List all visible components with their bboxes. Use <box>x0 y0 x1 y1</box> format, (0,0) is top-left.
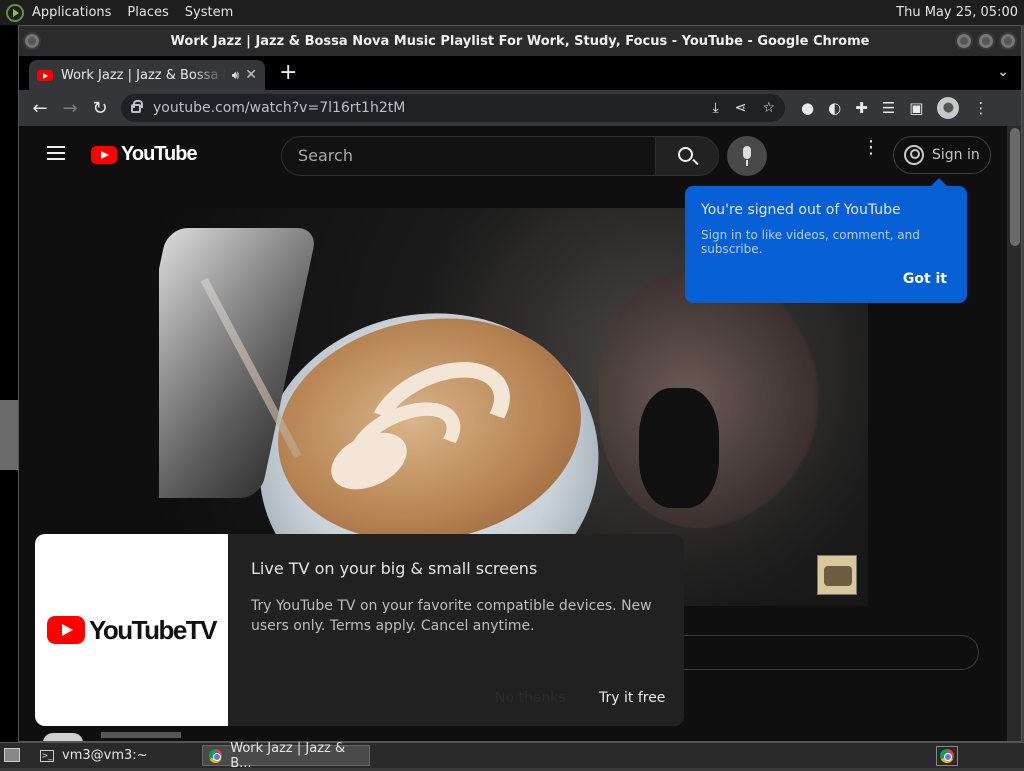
install-app-icon[interactable]: ⤓ <box>713 100 719 116</box>
tooltip-body: Sign in to like videos, comment, and sub… <box>701 228 920 256</box>
sign-in-label: Sign in <box>932 147 980 163</box>
forward-button[interactable]: → <box>55 98 85 119</box>
try-it-free-button[interactable]: Try it free <box>599 690 665 706</box>
tooltip-title: You're signed out of YouTube <box>701 202 901 218</box>
youtube-favicon-icon <box>37 69 53 81</box>
sign-in-button[interactable]: Sign in <box>893 136 991 174</box>
show-desktop-icon[interactable] <box>4 748 20 762</box>
taskbar-chrome-label: Work Jazz | Jazz & B... <box>230 740 346 771</box>
got-it-button[interactable]: Got it <box>903 271 947 287</box>
search-icon <box>678 147 693 162</box>
scrollbar-thumb[interactable] <box>1010 128 1020 246</box>
promo-title: Live TV on your big & small screens <box>251 559 538 578</box>
comment-input-outline[interactable] <box>679 635 979 670</box>
microphone-icon <box>743 146 751 159</box>
minimize-button[interactable] <box>955 32 973 50</box>
promo-description: Try YouTube TV on your favorite compatib… <box>251 598 652 634</box>
bookmark-star-icon[interactable]: ☆ <box>762 100 775 116</box>
gnome-foot-icon[interactable] <box>6 3 24 22</box>
tray-chrome[interactable] <box>936 746 958 766</box>
close-window-button[interactable] <box>999 32 1017 50</box>
tab-close-icon[interactable]: ✕ <box>245 67 257 83</box>
youtube-tv-logo: YouTubeTV <box>35 534 228 726</box>
youtube-logo-text: YouTube <box>121 143 198 165</box>
taskbar-chrome[interactable]: Work Jazz | Jazz & B... <box>202 741 370 771</box>
search-button[interactable] <box>655 136 719 176</box>
taskbar-terminal[interactable]: >_ vm3@vm3:~ <box>32 745 156 766</box>
extension-mouse-icon[interactable]: ● <box>801 99 814 117</box>
browser-toolbar: ← → ↻ youtube.com/watch?v=7l16rt1h2tM ⤓ … <box>19 90 1021 126</box>
hamburger-menu-icon[interactable] <box>47 146 65 164</box>
window-menu-button[interactable] <box>23 32 41 50</box>
youtube-play-icon <box>91 145 117 164</box>
taskbar-terminal-label: vm3@vm3:~ <box>62 748 148 763</box>
share-icon[interactable]: ⋖ <box>735 100 747 116</box>
menu-system[interactable]: System <box>185 5 233 20</box>
extension-globe-icon[interactable]: ◐ <box>828 99 841 117</box>
reload-button[interactable]: ↻ <box>85 98 115 119</box>
background-window-edge <box>0 400 18 470</box>
youtube-logo[interactable]: YouTube <box>91 143 198 166</box>
channel-name[interactable] <box>101 732 181 738</box>
page-scrollbar[interactable] <box>1007 126 1021 741</box>
new-tab-button[interactable]: + <box>279 62 297 84</box>
lock-icon[interactable] <box>131 99 143 113</box>
media-controls-icon[interactable]: ☰ <box>882 99 895 117</box>
chrome-window: Work Jazz | Jazz & Bossa Nova Music Play… <box>18 25 1022 742</box>
top-panel: Applications Places System Thu May 25, 0… <box>0 0 1024 25</box>
bottom-taskbar: >_ vm3@vm3:~ Work Jazz | Jazz & B... <box>0 741 1024 771</box>
settings-kebab-icon[interactable]: ⋮ <box>862 139 880 157</box>
voice-search-button[interactable] <box>727 136 767 176</box>
youtube-tv-play-icon <box>46 616 85 644</box>
extensions-puzzle-icon[interactable]: ✚ <box>855 99 868 117</box>
search-input[interactable]: Search <box>281 136 656 176</box>
channel-watermark-logo[interactable] <box>817 555 857 595</box>
tab-youtube[interactable]: Work Jazz | Jazz & Bossa Nova Music 🔊︎ ✕ <box>29 60 265 90</box>
speaker-icon[interactable]: 🔊︎ <box>232 68 240 83</box>
back-button[interactable]: ← <box>25 98 55 119</box>
chrome-icon <box>209 748 223 763</box>
menu-applications[interactable]: Applications <box>32 5 111 20</box>
window-titlebar[interactable]: Work Jazz | Jazz & Bossa Nova Music Play… <box>19 26 1021 56</box>
account-circle-icon <box>904 145 924 165</box>
youtube-tv-promo: YouTubeTV Live TV on your big & small sc… <box>35 534 684 726</box>
side-panel-icon[interactable]: ▣ <box>909 99 923 117</box>
chrome-tray-icon <box>940 749 954 763</box>
youtube-page: YouTube Search ⋮ Sign in You're signed o… <box>19 126 1007 741</box>
no-thanks-button[interactable]: No thanks <box>495 690 566 706</box>
address-bar[interactable]: youtube.com/watch?v=7l16rt1h2tM ⤓ ⋖ ☆ <box>121 94 785 122</box>
panel-clock[interactable]: Thu May 25, 05:00 <box>896 5 1018 20</box>
maximize-button[interactable] <box>977 32 995 50</box>
tab-search-chevron-icon[interactable]: ⌄ <box>997 64 1009 80</box>
chrome-menu-icon[interactable]: ⋮ <box>973 99 988 117</box>
youtube-tv-logo-text: YouTubeTV <box>88 614 218 645</box>
profile-avatar-icon[interactable]: ● <box>937 97 960 119</box>
tab-title: Work Jazz | Jazz & Bossa Nova Music <box>61 67 226 83</box>
desktop-background <box>0 25 18 742</box>
channel-avatar[interactable] <box>43 733 83 741</box>
menu-places[interactable]: Places <box>127 5 168 20</box>
signed-out-tooltip: You're signed out of YouTube Sign in to … <box>685 178 967 303</box>
url-text[interactable]: youtube.com/watch?v=7l16rt1h2tM <box>153 100 697 116</box>
window-title: Work Jazz | Jazz & Bossa Nova Music Play… <box>170 33 870 49</box>
tab-strip: Work Jazz | Jazz & Bossa Nova Music 🔊︎ ✕… <box>19 56 1021 90</box>
terminal-icon: >_ <box>40 749 54 762</box>
